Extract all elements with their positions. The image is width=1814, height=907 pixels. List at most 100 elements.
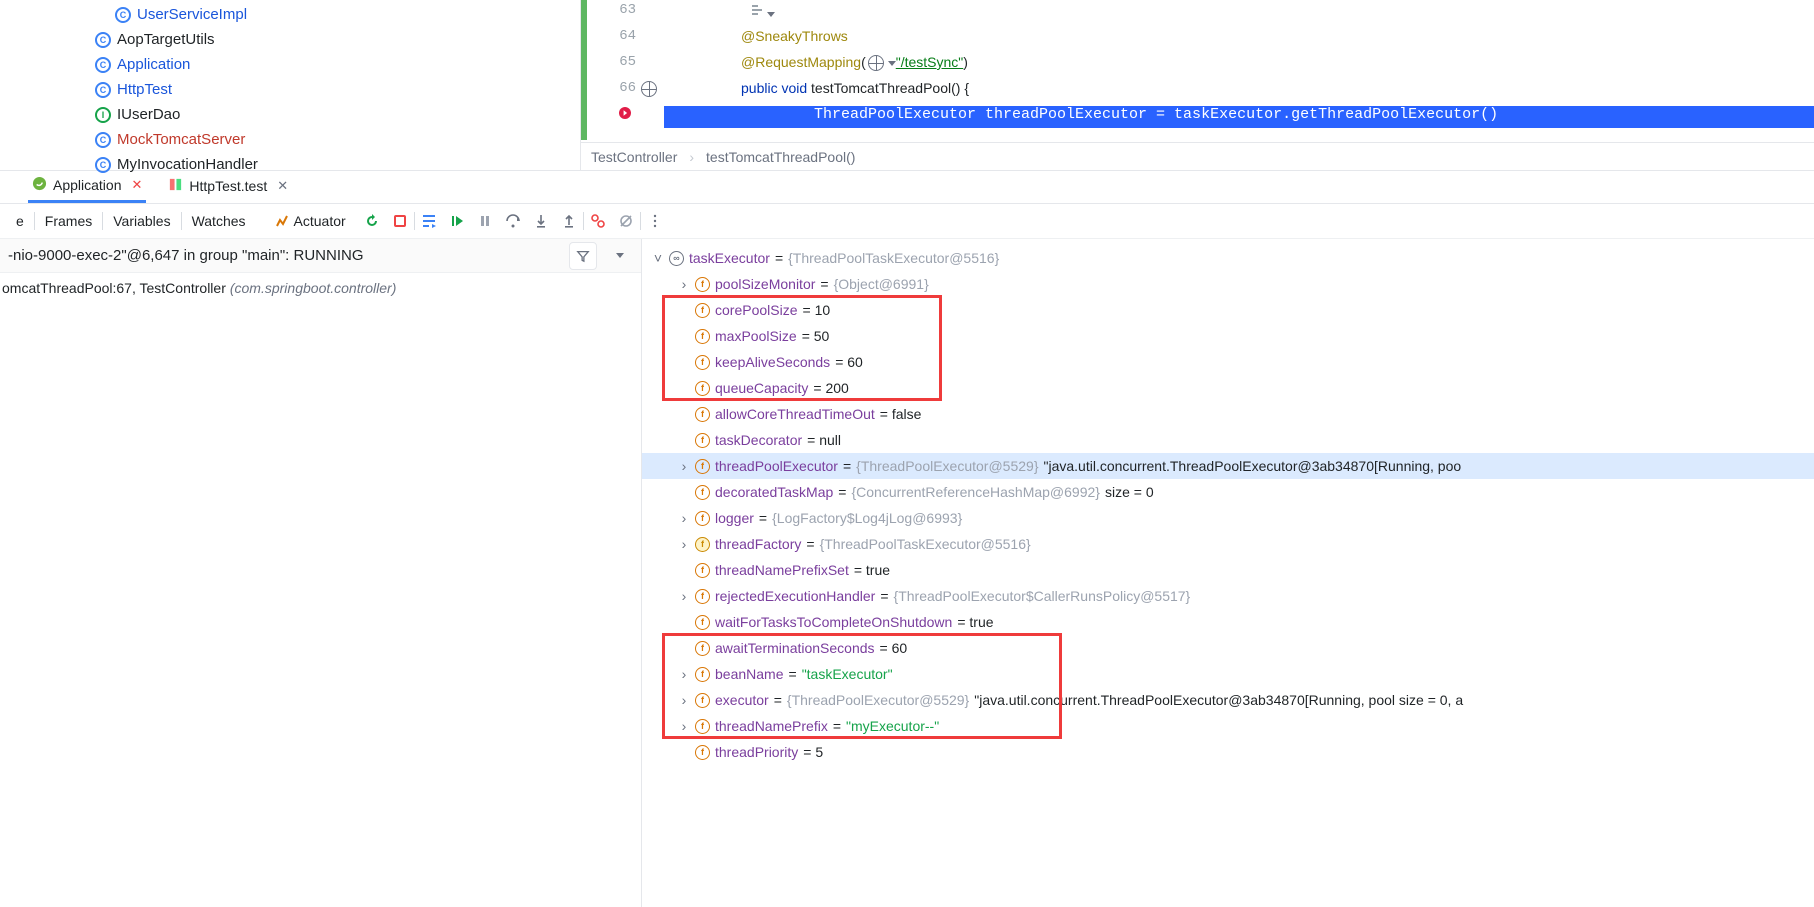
variable-name: poolSizeMonitor bbox=[715, 276, 815, 292]
variables-panel[interactable]: ˅∞ taskExecutor = {ThreadPoolTaskExecuto… bbox=[642, 239, 1814, 907]
breadcrumb-item[interactable]: testTomcatThreadPool() bbox=[706, 149, 855, 165]
line-number: 64 bbox=[619, 28, 636, 44]
project-tree[interactable]: CUserServiceImplCAopTargetUtilsCApplicat… bbox=[0, 0, 580, 170]
variable-row[interactable]: ›f threadNamePrefix = "myExecutor--" bbox=[642, 713, 1814, 739]
variable-row[interactable]: f threadPriority = 5 bbox=[642, 739, 1814, 765]
breadcrumb[interactable]: TestController › testTomcatThreadPool() bbox=[581, 142, 1814, 170]
class-icon: C bbox=[115, 7, 131, 23]
variable-name: waitForTasksToCompleteOnShutdown bbox=[715, 614, 952, 630]
code-editor[interactable]: 63 64 65 66 @SneakyThrows @RequestMappin… bbox=[580, 0, 1814, 170]
debug-toolbar: e Frames Variables Watches Actuator bbox=[0, 204, 1814, 239]
execution-code: ThreadPoolExecutor threadPoolExecutor = … bbox=[814, 106, 1498, 123]
tree-item[interactable]: CMockTomcatServer bbox=[95, 127, 580, 152]
resume-icon[interactable] bbox=[443, 207, 471, 235]
chevron-right-icon[interactable]: › bbox=[678, 718, 690, 734]
variable-extra: size = 0 bbox=[1105, 484, 1154, 500]
variable-value: = bbox=[775, 250, 783, 266]
field-icon: ∞ bbox=[669, 251, 684, 266]
chevron-right-icon[interactable]: › bbox=[678, 510, 690, 526]
actuator-button[interactable]: Actuator bbox=[274, 207, 346, 235]
tab-label: HttpTest.test bbox=[189, 178, 267, 194]
watches-tab[interactable]: Watches bbox=[182, 213, 256, 229]
chevron-down-icon[interactable] bbox=[605, 242, 633, 270]
breakpoint-icon[interactable] bbox=[618, 106, 632, 123]
filter-icon[interactable] bbox=[569, 242, 597, 270]
more-icon[interactable] bbox=[641, 207, 669, 235]
step-into-icon[interactable] bbox=[527, 207, 555, 235]
variable-name: allowCoreThreadTimeOut bbox=[715, 406, 875, 422]
chevron-right-icon[interactable]: › bbox=[678, 666, 690, 682]
chevron-right-icon[interactable]: › bbox=[678, 588, 690, 604]
chevron-right-icon[interactable]: › bbox=[678, 536, 690, 552]
console-tab[interactable]: e bbox=[6, 213, 34, 229]
step-over-icon[interactable] bbox=[499, 207, 527, 235]
variable-row[interactable]: ›f rejectedExecutionHandler = {ThreadPoo… bbox=[642, 583, 1814, 609]
tab-application[interactable]: Application ✕ bbox=[28, 169, 146, 203]
chevron-right-icon[interactable]: › bbox=[678, 692, 690, 708]
variable-row[interactable]: f taskDecorator = null bbox=[642, 427, 1814, 453]
variable-row[interactable]: f allowCoreThreadTimeOut = false bbox=[642, 401, 1814, 427]
close-icon[interactable]: ✕ bbox=[277, 178, 288, 194]
mute-breakpoints-icon[interactable] bbox=[612, 207, 640, 235]
variable-value: = bbox=[806, 536, 814, 552]
usages-icon[interactable] bbox=[749, 2, 775, 21]
rerun-icon[interactable] bbox=[358, 207, 386, 235]
show-execution-icon[interactable] bbox=[415, 207, 443, 235]
execution-line[interactable]: ThreadPoolExecutor threadPoolExecutor = … bbox=[664, 106, 1814, 128]
variable-row[interactable]: f awaitTerminationSeconds = 60 bbox=[642, 635, 1814, 661]
variable-tostring: "java.util.concurrent.ThreadPoolExecutor… bbox=[1044, 458, 1462, 474]
tab-httptest[interactable]: HttpTest.test ✕ bbox=[164, 169, 292, 203]
debug-tabs: Application ✕ HttpTest.test ✕ bbox=[0, 170, 1814, 204]
chevron-right-icon[interactable]: › bbox=[678, 458, 690, 474]
variable-row[interactable]: f maxPoolSize = 50 bbox=[642, 323, 1814, 349]
variable-value: = 5 bbox=[803, 744, 823, 760]
step-out-icon[interactable] bbox=[555, 207, 583, 235]
tree-item[interactable]: CAopTargetUtils bbox=[95, 27, 580, 52]
variable-value: = 60 bbox=[835, 354, 863, 370]
frames-tab[interactable]: Frames bbox=[35, 213, 102, 229]
class-icon: C bbox=[95, 32, 111, 48]
variable-row[interactable]: f waitForTasksToCompleteOnShutdown = tru… bbox=[642, 609, 1814, 635]
variable-row[interactable]: ›f threadPoolExecutor = {ThreadPoolExecu… bbox=[642, 453, 1814, 479]
variable-row[interactable]: ›f beanName = "taskExecutor" bbox=[642, 661, 1814, 687]
chevron-right-icon[interactable]: › bbox=[678, 276, 690, 292]
variable-row[interactable]: ›f threadFactory = {ThreadPoolTaskExecut… bbox=[642, 531, 1814, 557]
interface-icon: I bbox=[95, 107, 111, 123]
pause-icon[interactable] bbox=[471, 207, 499, 235]
variable-row[interactable]: ›f poolSizeMonitor = {Object@6991} bbox=[642, 271, 1814, 297]
variable-row[interactable]: f keepAliveSeconds = 60 bbox=[642, 349, 1814, 375]
field-icon: f bbox=[695, 329, 710, 344]
variable-name: threadPriority bbox=[715, 744, 798, 760]
tree-item[interactable]: CUserServiceImpl bbox=[95, 2, 580, 27]
stack-frame[interactable]: omcatThreadPool:67, TestController (com.… bbox=[0, 273, 641, 303]
thread-selector[interactable]: -nio-9000-exec-2"@6,647 in group "main":… bbox=[0, 239, 641, 273]
variable-name: taskExecutor bbox=[689, 250, 770, 266]
variable-row[interactable]: f decoratedTaskMap = {ConcurrentReferenc… bbox=[642, 479, 1814, 505]
field-icon: f bbox=[695, 537, 710, 552]
variable-row[interactable]: ›f logger = {LogFactory$Log4jLog@6993} bbox=[642, 505, 1814, 531]
view-breakpoints-icon[interactable] bbox=[584, 207, 612, 235]
globe-icon bbox=[868, 55, 884, 71]
globe-icon[interactable] bbox=[639, 80, 659, 97]
stop-icon[interactable] bbox=[386, 207, 414, 235]
breadcrumb-item[interactable]: TestController bbox=[591, 149, 677, 165]
variable-row[interactable]: ˅∞ taskExecutor = {ThreadPoolTaskExecuto… bbox=[642, 245, 1814, 271]
tree-item[interactable]: CApplication bbox=[95, 52, 580, 77]
chevron-down-icon[interactable]: ˅ bbox=[652, 250, 664, 266]
class-icon: C bbox=[95, 132, 111, 148]
tree-item[interactable]: CHttpTest bbox=[95, 77, 580, 102]
actuator-label: Actuator bbox=[294, 213, 346, 229]
sig-tail: () { bbox=[951, 80, 969, 96]
tree-item[interactable]: IIUserDao bbox=[95, 102, 580, 127]
close-icon[interactable]: ✕ bbox=[132, 177, 143, 193]
variable-row[interactable]: f queueCapacity = 200 bbox=[642, 375, 1814, 401]
field-icon: f bbox=[695, 667, 710, 682]
variables-tab[interactable]: Variables bbox=[103, 213, 180, 229]
variable-row[interactable]: f threadNamePrefixSet = true bbox=[642, 557, 1814, 583]
variable-value: = null bbox=[807, 432, 841, 448]
variable-row[interactable]: f corePoolSize = 10 bbox=[642, 297, 1814, 323]
field-icon: f bbox=[695, 615, 710, 630]
variable-tostring: "java.util.concurrent.ThreadPoolExecutor… bbox=[974, 692, 1463, 708]
variable-row[interactable]: ›f executor = {ThreadPoolExecutor@5529} … bbox=[642, 687, 1814, 713]
variable-string: "myExecutor--" bbox=[846, 718, 939, 734]
